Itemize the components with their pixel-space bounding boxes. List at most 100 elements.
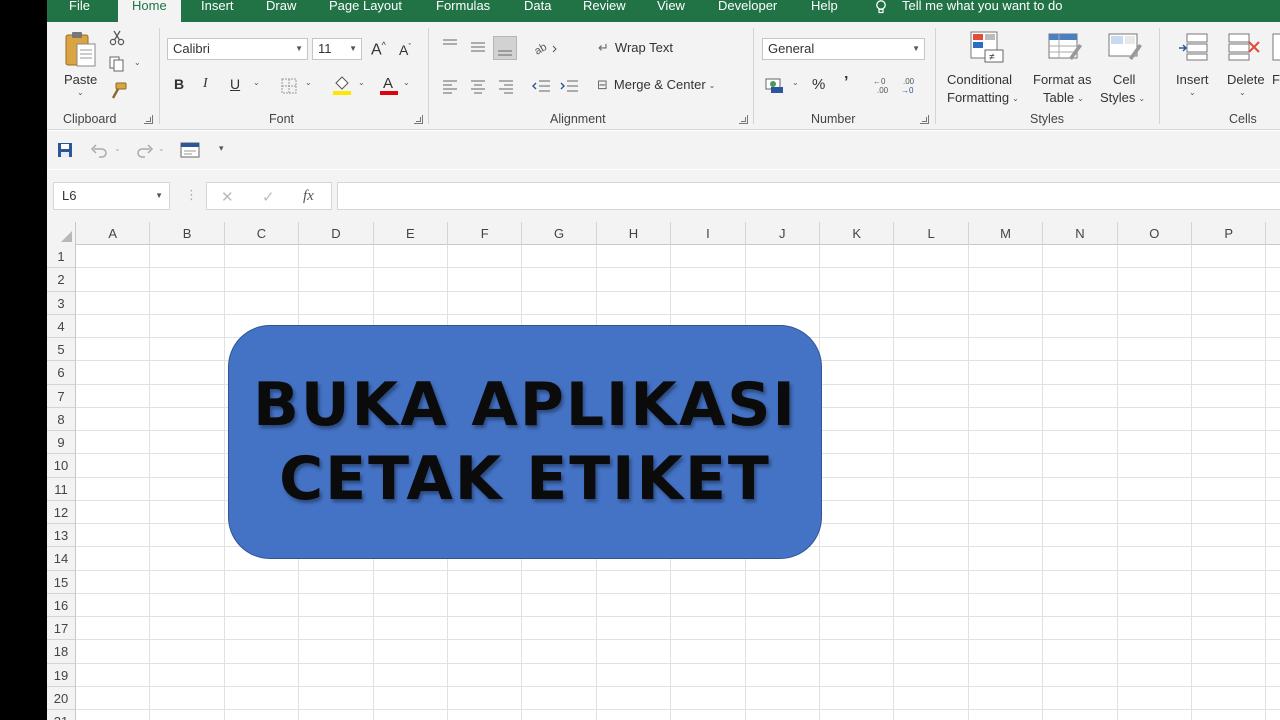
delete-dropdown-icon[interactable]: ⌄ [1239, 88, 1246, 97]
tell-me-search[interactable]: Tell me what you want to do [874, 0, 1062, 14]
row-header[interactable]: 2 [47, 268, 76, 292]
column-header[interactable]: L [894, 222, 969, 245]
tab-insert[interactable]: Insert [201, 0, 234, 22]
tab-formulas[interactable]: Formulas [436, 0, 490, 22]
font-dialog-launcher-icon[interactable] [414, 115, 423, 124]
number-format-select[interactable]: General ▼ [762, 38, 925, 60]
column-header[interactable]: P [1192, 222, 1267, 245]
row-header[interactable]: 19 [47, 663, 76, 687]
underline-button[interactable]: U [230, 76, 240, 92]
cut-icon[interactable] [109, 30, 125, 46]
row-header[interactable]: 12 [47, 500, 76, 524]
column-header[interactable]: C [225, 222, 300, 245]
undo-dropdown-icon[interactable]: ⌄ [114, 144, 121, 153]
decrease-indent-icon[interactable] [531, 78, 551, 94]
font-color-icon[interactable]: A [379, 74, 399, 96]
italic-button[interactable]: I [203, 76, 208, 92]
undo-icon[interactable] [90, 142, 110, 158]
column-header[interactable]: G [522, 222, 597, 245]
row-header[interactable]: 20 [47, 686, 76, 710]
row-header[interactable]: 18 [47, 640, 76, 664]
tab-review[interactable]: Review [583, 0, 626, 22]
cancel-entry-icon[interactable]: ✕ [221, 188, 234, 206]
row-header[interactable]: 8 [47, 407, 76, 431]
insert-dropdown-icon[interactable]: ⌄ [1189, 88, 1196, 97]
row-header[interactable]: 13 [47, 524, 76, 548]
column-header[interactable]: I [671, 222, 746, 245]
format-cells-icon[interactable] [1272, 32, 1280, 62]
row-header[interactable]: 5 [47, 338, 76, 362]
cell-styles-button[interactable]: Styles ⌄ [1100, 90, 1145, 105]
clipboard-dialog-launcher-icon[interactable] [144, 115, 153, 124]
column-header[interactable]: H [597, 222, 672, 245]
row-header[interactable]: 11 [47, 477, 76, 501]
column-header[interactable]: O [1118, 222, 1192, 245]
tab-help[interactable]: Help [811, 0, 838, 22]
form-icon[interactable] [180, 142, 200, 158]
redo-icon[interactable] [134, 142, 154, 158]
percent-style-button[interactable]: % [812, 76, 825, 93]
top-align-icon[interactable] [441, 38, 459, 52]
format-cells-label[interactable]: Fo [1272, 72, 1280, 87]
tab-page-layout[interactable]: Page Layout [329, 0, 402, 22]
increase-decimal-icon[interactable]: ←0.00 [872, 76, 894, 94]
row-header[interactable]: 10 [47, 454, 76, 478]
borders-dropdown-icon[interactable]: ⌄ [305, 78, 312, 87]
column-header[interactable]: A [76, 222, 151, 245]
row-header[interactable]: 16 [47, 593, 76, 617]
align-center-icon[interactable] [469, 78, 487, 94]
column-header[interactable]: N [1043, 222, 1118, 245]
tab-data[interactable]: Data [524, 0, 551, 22]
select-all-button[interactable] [47, 222, 76, 245]
cell-styles-label-1[interactable]: Cell [1113, 72, 1135, 87]
row-header[interactable]: 15 [47, 570, 76, 594]
format-as-table-icon[interactable] [1047, 30, 1083, 64]
decrease-decimal-icon[interactable]: .00→0 [900, 76, 922, 94]
increase-font-size-icon[interactable]: A^ [371, 40, 386, 59]
bottom-align-button[interactable] [493, 36, 517, 60]
font-color-dropdown-icon[interactable]: ⌄ [403, 78, 410, 87]
orientation-icon[interactable]: ab [533, 38, 559, 56]
row-header[interactable]: 3 [47, 291, 76, 315]
column-header[interactable]: B [150, 222, 225, 245]
conditional-formatting-button[interactable]: Formatting ⌄ [947, 90, 1019, 105]
row-header[interactable]: 17 [47, 617, 76, 641]
tab-file[interactable]: File [69, 0, 90, 22]
number-dialog-launcher-icon[interactable] [920, 115, 929, 124]
format-painter-icon[interactable] [109, 82, 127, 100]
tab-developer[interactable]: Developer [718, 0, 777, 22]
row-header[interactable]: 7 [47, 384, 76, 408]
middle-align-icon[interactable] [469, 38, 487, 54]
paste-button[interactable] [62, 30, 98, 74]
borders-icon[interactable] [281, 78, 297, 94]
format-as-table-label-1[interactable]: Format as [1033, 72, 1092, 87]
format-as-table-button[interactable]: Table ⌄ [1043, 90, 1084, 105]
accounting-format-icon[interactable] [765, 76, 787, 94]
align-left-icon[interactable] [441, 78, 459, 94]
redo-dropdown-icon[interactable]: ⌄ [158, 144, 165, 153]
copy-dropdown-icon[interactable]: ⌄ [134, 58, 141, 67]
align-right-icon[interactable] [497, 78, 515, 94]
tab-view[interactable]: View [657, 0, 685, 22]
tab-draw[interactable]: Draw [266, 0, 296, 22]
rounded-rectangle-shape[interactable]: BUKA APLIKASI CETAK ETIKET [228, 325, 822, 559]
column-header[interactable]: M [969, 222, 1044, 245]
confirm-entry-icon[interactable]: ✓ [262, 188, 275, 206]
font-size-select[interactable]: 11 ▼ [312, 38, 362, 60]
decrease-font-size-icon[interactable]: Aˇ [399, 42, 411, 58]
column-header[interactable]: D [299, 222, 374, 245]
font-name-select[interactable]: Calibri ▼ [167, 38, 308, 60]
formula-input[interactable] [337, 182, 1280, 210]
delete-cells-icon[interactable] [1227, 32, 1261, 62]
insert-cells-label[interactable]: Insert [1176, 72, 1209, 87]
conditional-formatting-label-1[interactable]: Conditional [947, 72, 1012, 87]
underline-dropdown-icon[interactable]: ⌄ [253, 78, 260, 87]
conditional-formatting-icon[interactable]: ≠ [969, 30, 1005, 64]
delete-cells-label[interactable]: Delete [1227, 72, 1265, 87]
row-header[interactable]: 21 [47, 710, 76, 720]
column-header[interactable]: F [448, 222, 523, 245]
merge-center-button[interactable]: ⊟ Merge & Center ⌄ [597, 77, 715, 93]
tab-home[interactable]: Home [118, 0, 181, 22]
increase-indent-icon[interactable] [559, 78, 579, 94]
cell-styles-icon[interactable] [1107, 30, 1143, 64]
